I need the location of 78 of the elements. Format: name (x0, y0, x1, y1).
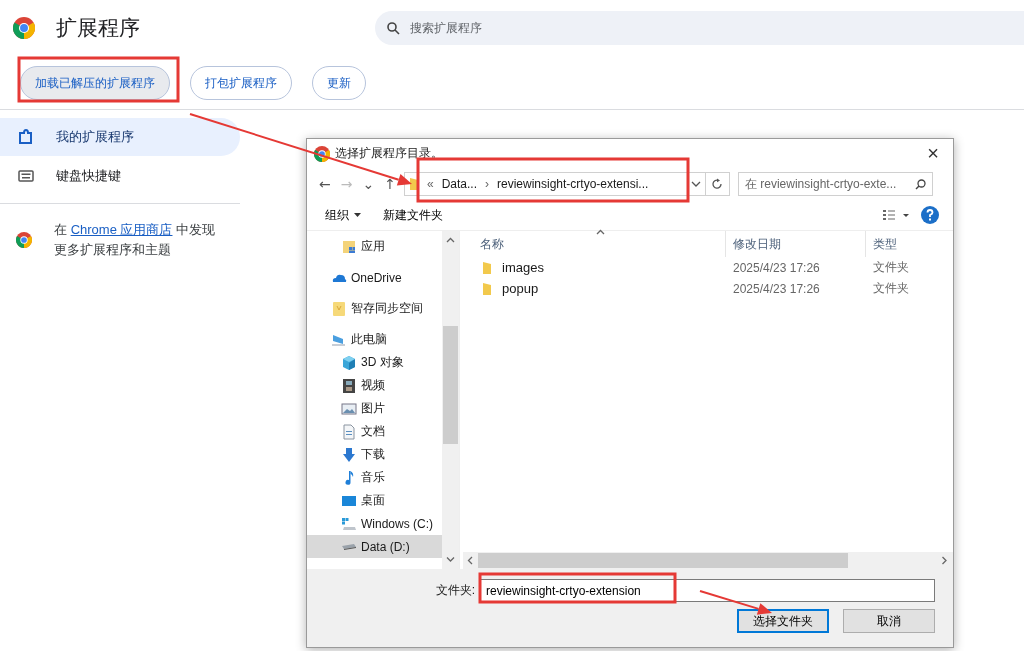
breadcrumb[interactable]: reviewinsight-crtyo-extensi... (497, 177, 649, 191)
dialog-button[interactable]: 取消 (843, 609, 935, 633)
column-header[interactable]: 名称 (460, 231, 726, 257)
folder-icon (408, 177, 419, 191)
folder-icon (482, 281, 492, 296)
view-options-icon[interactable] (883, 209, 909, 221)
address-bar[interactable]: « Data... › reviewinsight-crtyo-extensi... (403, 172, 706, 196)
search-field[interactable]: 在 reviewinsight-crtyo-exte... (737, 172, 933, 196)
folder-icon (331, 300, 347, 317)
drive-icon (341, 543, 357, 550)
nav-item[interactable]: 音乐 (307, 466, 442, 489)
field-label: 文件夹: (434, 582, 475, 599)
nav-item[interactable]: OneDrive (307, 266, 442, 289)
scroll-right-icon[interactable] (941, 556, 948, 565)
caret-icon (354, 213, 361, 217)
toolbar-button[interactable]: 更新 (312, 66, 366, 100)
file-name[interactable]: popup (502, 281, 539, 296)
refresh-button[interactable] (705, 172, 730, 196)
film-icon (341, 377, 357, 394)
nav-item[interactable]: Windows (C:) (307, 512, 442, 535)
refresh-icon (711, 178, 724, 190)
scrollbar-thumb[interactable] (443, 326, 458, 444)
breadcrumb-separator: › (485, 177, 489, 191)
store-link[interactable]: Chrome 应用商店 (70, 222, 173, 237)
dialog-button[interactable]: 选择文件夹 (737, 609, 829, 633)
search-icon (914, 178, 926, 190)
close-button[interactable]: × (913, 141, 953, 166)
file-type: 文件夹 (872, 259, 909, 276)
help-icon[interactable] (921, 206, 939, 224)
search-icon (386, 21, 400, 35)
folder-icon (482, 260, 492, 275)
nav-item[interactable]: Data (D:) (307, 535, 442, 558)
breadcrumb[interactable]: Data... (441, 177, 477, 191)
caret-icon (690, 181, 701, 187)
toolbar-button[interactable]: 打包扩展程序 (190, 66, 292, 100)
keyboard-icon (18, 170, 34, 182)
document-icon (341, 423, 357, 440)
search-field[interactable]: 搜索扩展程序 (374, 11, 1024, 45)
nav-item[interactable]: 下载 (307, 443, 442, 466)
nav-item[interactable]: 应用 (307, 235, 442, 258)
cube-icon (341, 354, 357, 371)
nav-item[interactable]: 智存同步空间 (307, 297, 442, 320)
sidebar-item[interactable]: 键盘快捷键 (0, 157, 240, 195)
drive-icon (341, 515, 357, 532)
scrollbar-thumb[interactable] (478, 553, 848, 568)
scroll-down-icon[interactable] (446, 556, 455, 563)
page-title: 扩展程序 (56, 15, 141, 41)
folder-field[interactable]: reviewinsight-crtyo-extension (480, 579, 935, 602)
file-name[interactable]: images (502, 260, 544, 275)
download-arrow-icon (341, 446, 357, 463)
nav-item[interactable]: 文档 (307, 420, 442, 443)
file-date: 2025/4/23 17:26 (732, 281, 821, 296)
web-store-icon (16, 232, 32, 248)
image-icon (341, 400, 357, 417)
sidebar-item[interactable]: 我的扩展程序 (0, 118, 240, 156)
nav-item[interactable]: 视频 (307, 374, 442, 397)
chrome-logo (314, 145, 330, 162)
scroll-left-icon[interactable] (467, 556, 474, 565)
nav-button[interactable]: ⌄ (360, 176, 377, 192)
store-promo-text: 在 Chrome 应用商店 中发现 更多扩展程序和主题 (54, 221, 216, 259)
column-header[interactable]: 类型 (866, 231, 953, 257)
nav-item[interactable]: 图片 (307, 397, 442, 420)
sort-icon[interactable] (596, 229, 605, 236)
file-date: 2025/4/23 17:26 (732, 260, 821, 275)
nav-button[interactable]: ← (317, 176, 333, 192)
command-button[interactable]: 新建文件夹 (383, 206, 443, 224)
toolbar-button[interactable]: 加载已解压的扩展程序 (20, 66, 170, 100)
dialog-title: 选择扩展程序目录。 (335, 145, 444, 162)
chrome-logo (13, 17, 35, 39)
scroll-up-icon[interactable] (446, 237, 455, 244)
command-button[interactable]: 组织 (325, 206, 361, 224)
nav-item[interactable]: 3D 对象 (307, 351, 442, 374)
nav-button[interactable]: ↑ (382, 176, 398, 192)
column-header[interactable]: 修改日期 (726, 231, 866, 257)
folder-icon (341, 238, 357, 255)
nav-item[interactable]: 此电脑 (307, 328, 442, 351)
nav-item[interactable]: 桌面 (307, 489, 442, 512)
file-type: 文件夹 (872, 280, 909, 297)
